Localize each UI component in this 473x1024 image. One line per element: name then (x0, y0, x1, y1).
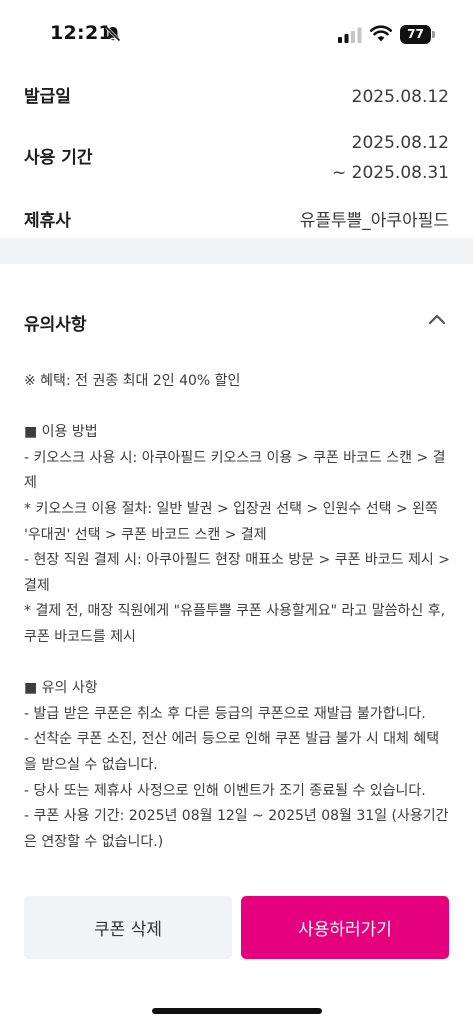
notice-body: ※ 혜택: 전 권종 최대 2인 40% 할인 ■ 이용 방법 - 키오스크 사… (24, 373, 450, 850)
bell-slash-icon (105, 26, 121, 42)
issue-date-value: 2025.08.12 (351, 87, 449, 107)
issue-date-row: 발급일 2025.08.12 (24, 82, 449, 112)
battery-level: 77 (407, 27, 424, 41)
battery-icon: 77 (400, 25, 436, 44)
status-bar: 12:21 77 (0, 0, 473, 70)
delete-coupon-button[interactable]: 쿠폰 삭제 (24, 896, 232, 959)
notice-title: 유의사항 (24, 315, 87, 335)
period-end: ~ 2025.08.31 (332, 163, 449, 183)
section-divider (0, 238, 473, 264)
partner-value: 유플투쁠_아쿠아필드 (299, 211, 449, 231)
period-start: 2025.08.12 (351, 133, 449, 153)
issue-date-label: 발급일 (24, 87, 71, 107)
home-indicator[interactable] (152, 1008, 322, 1014)
cellular-signal-icon (338, 27, 362, 43)
period-label: 사용 기간 (24, 148, 93, 168)
partner-row: 제휴사 유플투쁠_아쿠아필드 (24, 206, 449, 236)
wifi-icon (370, 25, 392, 42)
period-row: 사용 기간 2025.08.12 ~ 2025.08.31 (24, 128, 449, 190)
use-coupon-button[interactable]: 사용하러가기 (241, 896, 449, 959)
period-value: 2025.08.12 ~ 2025.08.31 (332, 128, 449, 188)
notice-toggle[interactable]: 유의사항 (24, 300, 449, 340)
chevron-up-icon[interactable] (427, 312, 447, 326)
status-time: 12:21 (50, 22, 112, 44)
partner-label: 제휴사 (24, 211, 71, 231)
bottom-action-bar: 쿠폰 삭제 사용하러가기 (0, 880, 473, 1024)
